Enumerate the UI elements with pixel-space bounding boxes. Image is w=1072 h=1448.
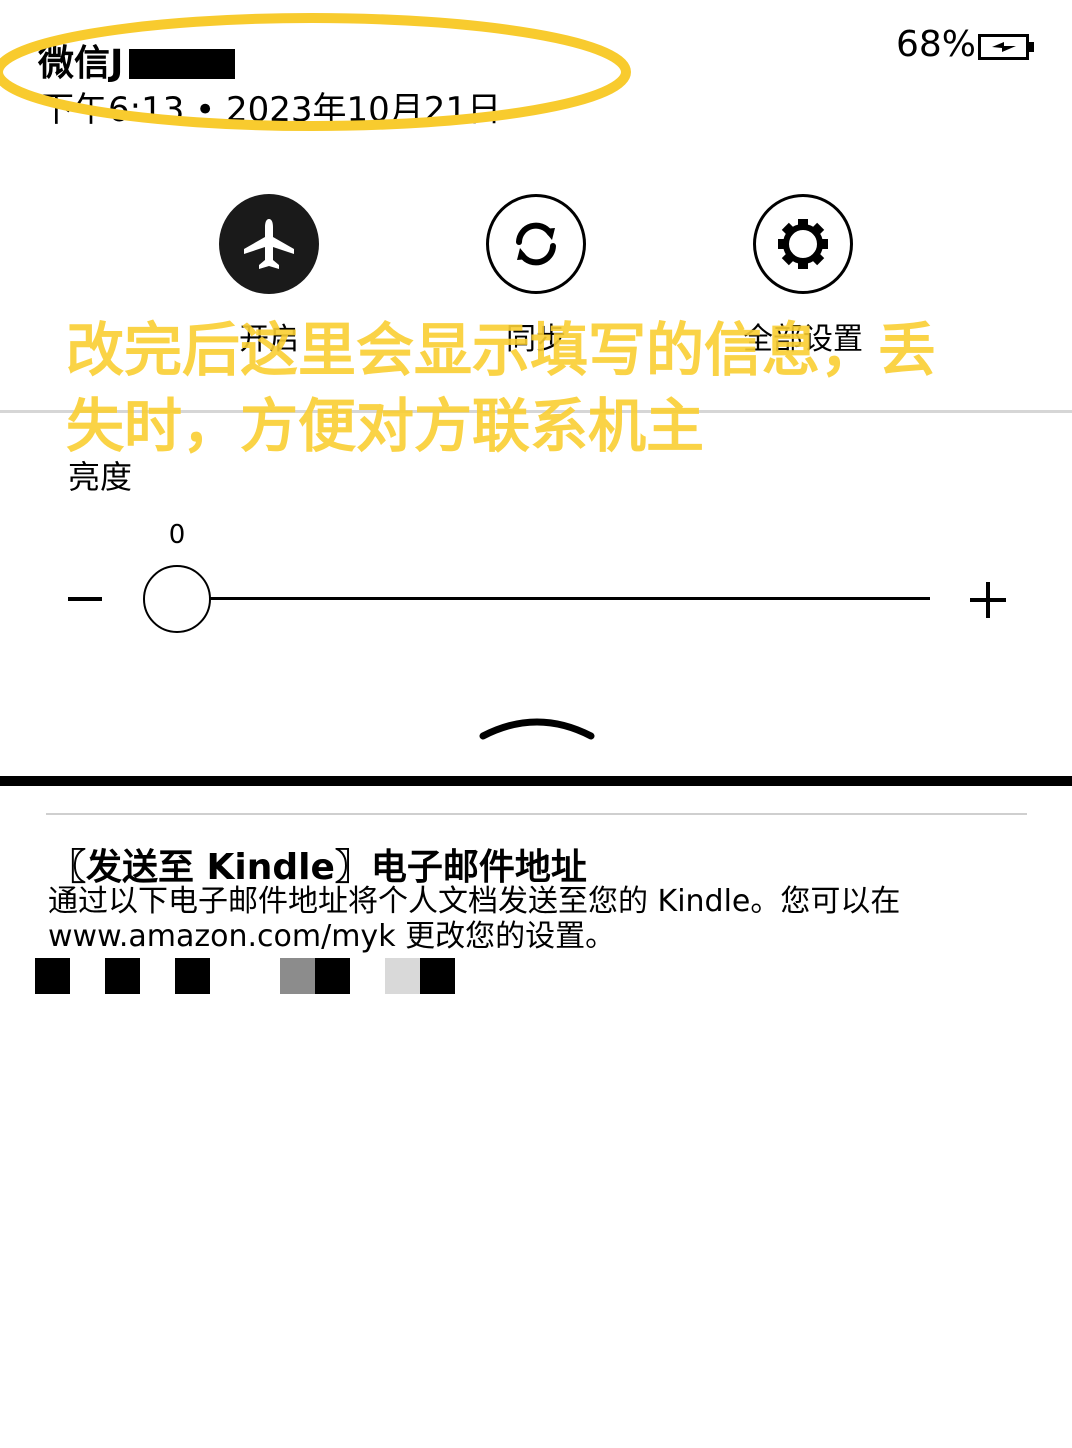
redacted-block [129, 49, 236, 79]
brightness-slider[interactable] [178, 597, 930, 600]
send-to-kindle-description: 通过以下电子邮件地址将个人文档发送至您的 Kindle。您可以在 www.ama… [48, 884, 901, 954]
minus-icon[interactable] [68, 597, 102, 601]
send-to-kindle-title: 〖发送至 Kindle〗电子邮件地址 [50, 847, 587, 888]
airplane-mode-button[interactable] [219, 194, 319, 294]
gear-icon [778, 219, 828, 269]
divider [46, 813, 1027, 815]
airplane-icon [244, 219, 294, 269]
email-address-redacted [35, 958, 455, 994]
brightness-value: 0 [168, 520, 186, 550]
plus-icon[interactable] [970, 582, 1006, 618]
datetime: 下午6:13 • 2023年10月21日 [40, 90, 502, 130]
sync-icon [516, 222, 556, 266]
settings-button[interactable] [753, 194, 853, 294]
device-name: 微信J [38, 34, 236, 86]
annotation-note: 改完后这里会显示填写的信息，丢失时，方便对方联系机主 [66, 316, 937, 460]
chevron-up-icon[interactable] [478, 706, 596, 746]
battery-percent: 68% [896, 24, 977, 65]
sync-button[interactable] [486, 194, 586, 294]
device-name-text: 微信J [38, 43, 124, 84]
battery-charging-icon [978, 34, 1034, 60]
panel-divider [0, 776, 1072, 786]
brightness-slider-thumb[interactable] [143, 565, 211, 633]
